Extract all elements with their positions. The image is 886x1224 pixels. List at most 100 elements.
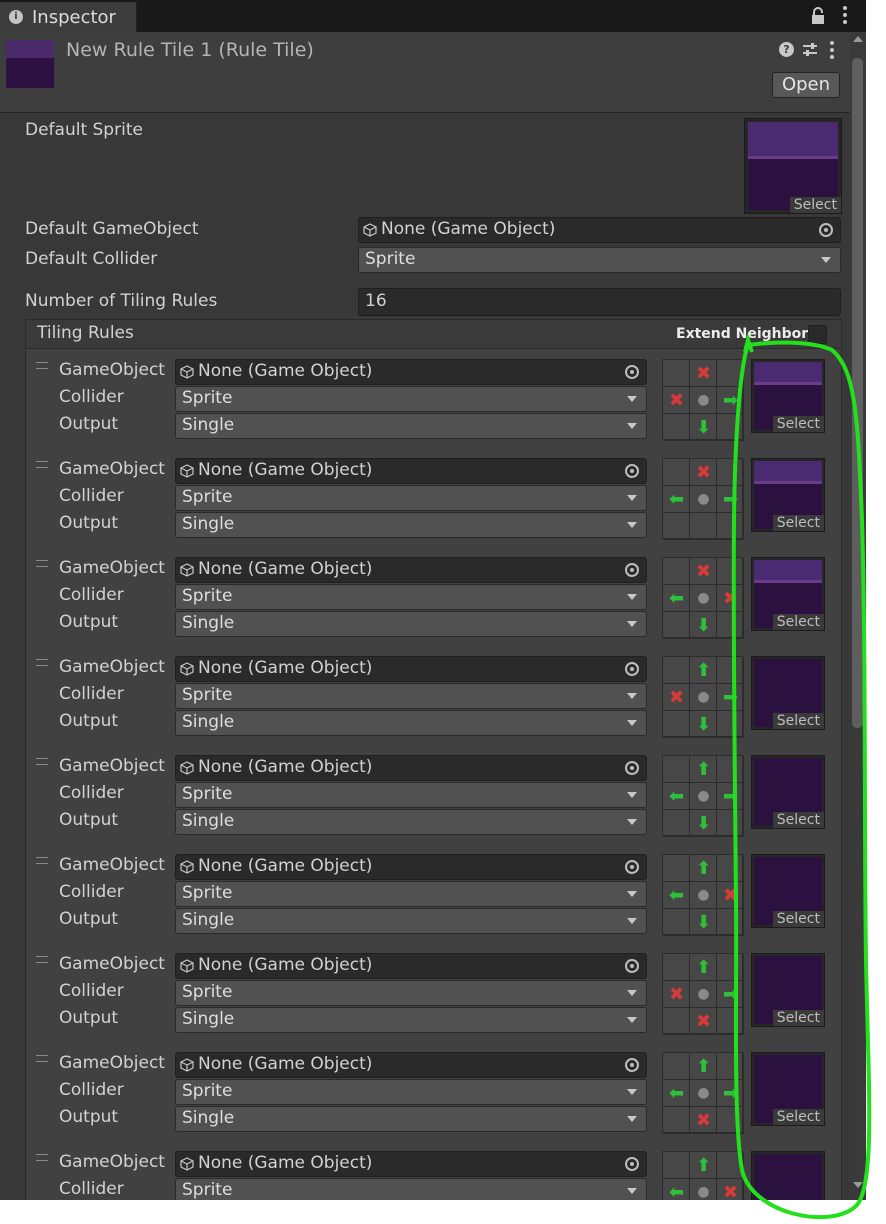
neighbor-cell[interactable]: [663, 1107, 690, 1134]
neighbor-cell[interactable]: ●: [690, 585, 717, 612]
object-picker-icon[interactable]: [625, 365, 639, 379]
neighbor-cell[interactable]: ●: [690, 387, 717, 414]
rule-output-dropdown[interactable]: Single: [175, 1106, 647, 1132]
neighbor-cell[interactable]: ⬆: [690, 657, 717, 684]
window-menu-icon[interactable]: [842, 6, 848, 26]
neighbor-cell[interactable]: ✖: [690, 1008, 717, 1035]
scrollbar-thumb[interactable]: [852, 58, 863, 728]
rule-output-dropdown[interactable]: Single: [175, 809, 647, 835]
rule-gameobject-field[interactable]: None (Game Object): [175, 755, 647, 781]
neighbor-cell[interactable]: [717, 360, 744, 387]
neighbor-cell[interactable]: ●: [690, 981, 717, 1008]
neighbor-rule-grid[interactable]: ✖ ✖ ● ➡ ⬇: [662, 359, 744, 441]
default-sprite-field[interactable]: Select: [744, 118, 842, 214]
rule-gameobject-field[interactable]: None (Game Object): [175, 458, 647, 484]
rule-gameobject-field[interactable]: None (Game Object): [175, 953, 647, 979]
object-picker-icon[interactable]: [625, 959, 639, 973]
neighbor-cell[interactable]: [717, 909, 744, 936]
neighbor-cell[interactable]: ●: [690, 1179, 717, 1200]
select-button[interactable]: Select: [789, 197, 841, 213]
drag-handle-icon[interactable]: [36, 659, 48, 666]
select-button[interactable]: Select: [772, 713, 824, 729]
rule-sprite-field[interactable]: Select: [751, 359, 825, 433]
neighbor-cell[interactable]: ✖: [663, 387, 690, 414]
neighbor-cell[interactable]: ⬆: [690, 756, 717, 783]
neighbor-rule-grid[interactable]: ✖ ⬅ ● ✖ ⬇: [662, 557, 744, 639]
rule-output-dropdown[interactable]: Single: [175, 413, 647, 439]
neighbor-cell[interactable]: [717, 954, 744, 981]
object-picker-icon[interactable]: [625, 563, 639, 577]
neighbor-rule-grid[interactable]: ⬆ ✖ ● ➡ ⬇: [662, 656, 744, 738]
rule-collider-dropdown[interactable]: Sprite: [175, 782, 647, 808]
neighbor-cell[interactable]: ➡: [717, 486, 744, 513]
object-picker-icon[interactable]: [625, 761, 639, 775]
neighbor-cell[interactable]: [663, 954, 690, 981]
neighbor-rule-grid[interactable]: ⬆ ⬅ ● ➡ ⬇: [662, 755, 744, 837]
open-button[interactable]: Open: [772, 72, 840, 98]
drag-handle-icon[interactable]: [36, 362, 48, 369]
neighbor-rule-grid[interactable]: ⬆ ⬅ ● ✖ ⬇: [662, 854, 744, 936]
neighbor-cell[interactable]: ✖: [690, 1107, 717, 1134]
rule-gameobject-field[interactable]: None (Game Object): [175, 1052, 647, 1078]
neighbor-cell[interactable]: [663, 360, 690, 387]
neighbor-cell[interactable]: ⬅: [663, 1080, 690, 1107]
rule-gameobject-field[interactable]: None (Game Object): [175, 359, 647, 385]
drag-handle-icon[interactable]: [36, 1154, 48, 1161]
neighbor-cell[interactable]: ✖: [690, 558, 717, 585]
drag-handle-icon[interactable]: [36, 560, 48, 567]
neighbor-cell[interactable]: ⬅: [663, 882, 690, 909]
neighbor-cell[interactable]: ⬇: [690, 612, 717, 639]
rule-sprite-field[interactable]: Select: [751, 557, 825, 631]
select-button[interactable]: Select: [772, 416, 824, 432]
rule-sprite-field[interactable]: Select: [751, 458, 825, 532]
neighbor-cell[interactable]: [717, 1008, 744, 1035]
neighbor-cell[interactable]: [717, 1053, 744, 1080]
neighbor-cell[interactable]: ●: [690, 486, 717, 513]
rule-gameobject-field[interactable]: None (Game Object): [175, 557, 647, 583]
neighbor-rule-grid[interactable]: ⬆ ⬅ ● ✖: [662, 1151, 744, 1200]
neighbor-cell[interactable]: ●: [690, 684, 717, 711]
rule-sprite-field[interactable]: Select: [751, 1052, 825, 1126]
rule-sprite-field[interactable]: Select: [751, 854, 825, 928]
rule-sprite-field[interactable]: Select: [751, 755, 825, 829]
neighbor-cell[interactable]: [717, 414, 744, 441]
neighbor-cell[interactable]: ⬇: [690, 711, 717, 738]
neighbor-cell[interactable]: [663, 855, 690, 882]
neighbor-cell[interactable]: ⬆: [690, 855, 717, 882]
rule-collider-dropdown[interactable]: Sprite: [175, 485, 647, 511]
rule-collider-dropdown[interactable]: Sprite: [175, 1079, 647, 1105]
neighbor-cell[interactable]: ➡: [717, 981, 744, 1008]
neighbor-cell[interactable]: [717, 711, 744, 738]
object-picker-icon[interactable]: [625, 662, 639, 676]
neighbor-cell[interactable]: [717, 558, 744, 585]
neighbor-cell[interactable]: [717, 855, 744, 882]
select-button[interactable]: Select: [772, 1109, 824, 1125]
neighbor-cell[interactable]: ●: [690, 1080, 717, 1107]
neighbor-cell[interactable]: [663, 756, 690, 783]
rule-gameobject-field[interactable]: None (Game Object): [175, 1151, 647, 1177]
neighbor-cell[interactable]: [717, 1152, 744, 1179]
rule-gameobject-field[interactable]: None (Game Object): [175, 656, 647, 682]
neighbor-cell[interactable]: ✖: [717, 882, 744, 909]
neighbor-cell[interactable]: [717, 1107, 744, 1134]
neighbor-cell[interactable]: ⬅: [663, 1179, 690, 1200]
neighbor-cell[interactable]: ●: [690, 882, 717, 909]
vertical-scrollbar[interactable]: [850, 32, 866, 1200]
neighbor-cell[interactable]: [663, 810, 690, 837]
help-icon[interactable]: ?: [779, 42, 794, 57]
neighbor-cell[interactable]: [663, 1008, 690, 1035]
rule-collider-dropdown[interactable]: Sprite: [175, 584, 647, 610]
rule-sprite-field[interactable]: Select: [751, 656, 825, 730]
extend-neighbor-checkbox[interactable]: [808, 325, 827, 344]
rule-gameobject-field[interactable]: None (Game Object): [175, 854, 647, 880]
neighbor-cell[interactable]: ⬆: [690, 954, 717, 981]
neighbor-cell[interactable]: [717, 612, 744, 639]
drag-handle-icon[interactable]: [36, 1055, 48, 1062]
neighbor-cell[interactable]: [663, 657, 690, 684]
lock-icon[interactable]: [811, 7, 825, 25]
preset-icon[interactable]: [802, 43, 818, 57]
neighbor-rule-grid[interactable]: ✖ ⬅ ● ➡: [662, 458, 744, 540]
neighbor-cell[interactable]: ➡: [717, 387, 744, 414]
neighbor-rule-grid[interactable]: ⬆ ✖ ● ➡ ✖: [662, 953, 744, 1035]
neighbor-cell[interactable]: ⬇: [690, 810, 717, 837]
